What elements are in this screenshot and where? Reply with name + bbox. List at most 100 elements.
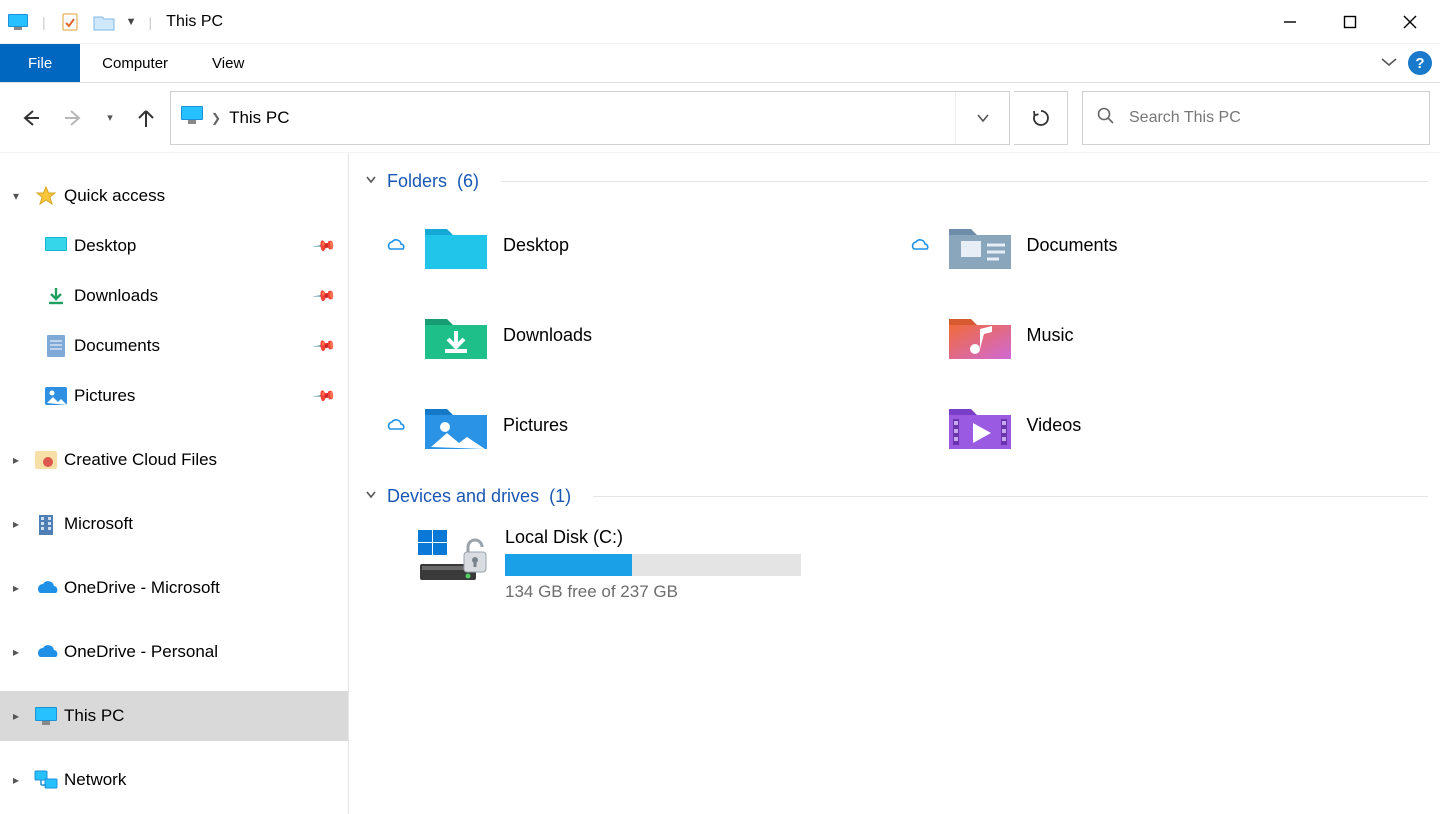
caret-right-icon[interactable]: ▸ — [4, 517, 28, 531]
folder-label: Music — [1027, 325, 1074, 346]
onedrive-icon — [32, 643, 60, 661]
drive-capacity-fill — [505, 554, 632, 576]
desktop-folder-icon — [421, 218, 491, 272]
address-thispc-icon — [181, 106, 203, 129]
cloud-status-icon — [381, 417, 409, 433]
thispc-icon — [32, 707, 60, 725]
ribbon: File Computer View ? — [0, 44, 1440, 83]
group-header-drives[interactable]: Devices and drives (1) — [361, 482, 1428, 511]
folder-pictures[interactable]: Pictures — [381, 398, 905, 452]
help-button[interactable]: ? — [1408, 51, 1432, 75]
downloads-folder-icon — [421, 308, 491, 362]
drive-capacity-bar — [505, 554, 801, 576]
maximize-button[interactable] — [1320, 0, 1380, 44]
navigation-pane[interactable]: ▾ Quick access Desktop 📌 Downloads 📌 Doc… — [0, 153, 349, 814]
tree-quick-access[interactable]: ▾ Quick access — [0, 171, 348, 221]
music-folder-icon — [945, 308, 1015, 362]
drive-free-text: 134 GB free of 237 GB — [505, 582, 801, 602]
tree-label: Pictures — [74, 386, 348, 406]
creative-cloud-icon — [32, 451, 60, 469]
folder-label: Videos — [1027, 415, 1082, 436]
network-icon — [32, 770, 60, 790]
ribbon-expand-button[interactable] — [1374, 51, 1404, 76]
forward-button[interactable] — [54, 98, 94, 138]
building-icon — [32, 513, 60, 535]
titlebar: | ▼ | This PC — [0, 0, 1440, 44]
tree-onedrive-microsoft[interactable]: ▸ OneDrive - Microsoft — [0, 563, 348, 613]
tree-label: Network — [64, 770, 348, 790]
drive-icon — [415, 527, 493, 587]
tree-label: Documents — [74, 336, 348, 356]
tab-file[interactable]: File — [0, 44, 80, 82]
pictures-folder-icon — [421, 398, 491, 452]
tree-network[interactable]: ▸ Network — [0, 755, 348, 805]
caret-right-icon[interactable]: ▸ — [4, 709, 28, 723]
collapse-icon[interactable] — [365, 174, 377, 189]
tree-documents[interactable]: Documents 📌 — [0, 321, 348, 371]
refresh-button[interactable] — [1014, 91, 1068, 145]
recent-locations-button[interactable]: ▾ — [98, 98, 122, 138]
documents-folder-icon — [945, 218, 1015, 272]
caret-down-icon[interactable]: ▾ — [4, 189, 28, 203]
tree-label: This PC — [64, 706, 348, 726]
folder-label: Pictures — [503, 415, 568, 436]
search-icon — [1097, 107, 1115, 129]
tab-computer[interactable]: Computer — [80, 44, 190, 82]
caret-right-icon[interactable]: ▸ — [4, 773, 28, 787]
up-button[interactable] — [126, 98, 166, 138]
caret-right-icon[interactable]: ▸ — [4, 453, 28, 467]
tree-downloads[interactable]: Downloads 📌 — [0, 271, 348, 321]
documents-icon — [42, 335, 70, 357]
drive-local-c[interactable]: Local Disk (C:) 134 GB free of 237 GB — [361, 511, 1428, 602]
group-title: Folders — [387, 171, 447, 192]
cloud-status-icon — [905, 237, 933, 253]
group-count: (6) — [457, 171, 479, 192]
search-box[interactable] — [1082, 91, 1430, 145]
qat-properties-icon[interactable] — [56, 12, 84, 32]
group-header-folders[interactable]: Folders (6) — [361, 167, 1428, 196]
navigation-bar: ▾ ❯ This PC — [0, 83, 1440, 153]
qat-newfolder-icon[interactable] — [90, 13, 118, 31]
divider — [593, 496, 1428, 497]
tree-label: Quick access — [64, 186, 348, 206]
tree-microsoft[interactable]: ▸ Microsoft — [0, 499, 348, 549]
tree-creative-cloud[interactable]: ▸ Creative Cloud Files — [0, 435, 348, 485]
group-title: Devices and drives — [387, 486, 539, 507]
drive-info: Local Disk (C:) 134 GB free of 237 GB — [505, 527, 801, 602]
caret-right-icon[interactable]: ▸ — [4, 581, 28, 595]
body: ▾ Quick access Desktop 📌 Downloads 📌 Doc… — [0, 153, 1440, 814]
folder-documents[interactable]: Documents — [905, 218, 1429, 272]
address-dropdown-button[interactable] — [955, 92, 1009, 144]
address-bar[interactable]: ❯ This PC — [170, 91, 1010, 145]
folder-downloads[interactable]: Downloads — [381, 308, 905, 362]
caret-right-icon[interactable]: ▸ — [4, 645, 28, 659]
drive-name: Local Disk (C:) — [505, 527, 801, 548]
tree-label: Creative Cloud Files — [64, 450, 348, 470]
content-pane[interactable]: Folders (6) Desktop — [349, 153, 1440, 814]
tree-label: Desktop — [74, 236, 348, 256]
downloads-icon — [42, 286, 70, 306]
app-icon — [4, 14, 32, 30]
close-button[interactable] — [1380, 0, 1440, 44]
qat-dropdown[interactable]: ▼ — [124, 16, 139, 28]
back-button[interactable] — [10, 98, 50, 138]
tab-view[interactable]: View — [190, 44, 266, 82]
folder-desktop[interactable]: Desktop — [381, 218, 905, 272]
tree-onedrive-personal[interactable]: ▸ OneDrive - Personal — [0, 627, 348, 677]
tree-pictures[interactable]: Pictures 📌 — [0, 371, 348, 421]
tree-desktop[interactable]: Desktop 📌 — [0, 221, 348, 271]
folder-music[interactable]: Music — [905, 308, 1429, 362]
separator: | — [42, 14, 46, 30]
window-title: This PC — [166, 13, 223, 31]
tree-label: OneDrive - Personal — [64, 642, 348, 662]
folder-videos[interactable]: Videos — [905, 398, 1429, 452]
search-input[interactable] — [1127, 108, 1415, 128]
breadcrumb-separator-icon[interactable]: ❯ — [211, 111, 221, 125]
tree-this-pc[interactable]: ▸ This PC — [0, 691, 348, 741]
address-content[interactable]: ❯ This PC — [171, 106, 955, 129]
tree-label: Downloads — [74, 286, 348, 306]
minimize-button[interactable] — [1260, 0, 1320, 44]
breadcrumb-location[interactable]: This PC — [229, 108, 289, 128]
pictures-icon — [42, 387, 70, 405]
collapse-icon[interactable] — [365, 489, 377, 504]
